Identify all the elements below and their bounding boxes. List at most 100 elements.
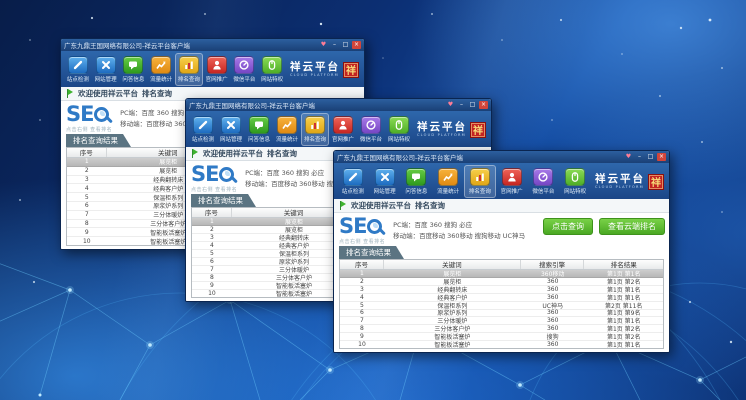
skin-icon[interactable]: ♥	[446, 101, 455, 109]
main-toolbar: 站点检测网站管理问答信息流量统计排名查询官网推广微信平台网站特权 祥云平台 CL…	[61, 51, 364, 87]
toolbar-item-label: 流量统计	[276, 135, 298, 143]
toolbar-item-site-promote[interactable]: 官网推广	[329, 113, 357, 146]
brand-name: 祥云平台	[595, 174, 645, 185]
welcome-text: 欢迎使用祥云平台	[203, 148, 263, 159]
cell-no: 2	[192, 226, 232, 233]
window-controls: ♥ – □ ×	[624, 153, 666, 161]
toolbar-item-site-promote[interactable]: 官网推广	[203, 53, 231, 86]
seo-tagline: 点击右侧 查看排名	[191, 186, 237, 193]
seo-tagline: 点击右侧 查看排名	[66, 126, 112, 133]
cell-no: 10	[67, 238, 107, 245]
skin-icon[interactable]: ♥	[624, 153, 633, 161]
window-titlebar[interactable]: 广东九鼎王国网络有限公司-祥云平台客户端 ♥ – □ ×	[334, 151, 669, 163]
magnifier-icon	[94, 107, 109, 122]
pc-engines-line: PC端：百度 360 搜狗 必应	[393, 220, 525, 231]
column-header: 序号	[340, 260, 384, 269]
cell-no: 8	[340, 325, 384, 332]
brand-badge-icon: 祥	[343, 62, 359, 78]
desktop-background: 广东九鼎王国网络有限公司-祥云平台客户端 ♥ – □ × 站点检测网站管理问答信…	[0, 0, 746, 400]
minimize-button[interactable]: –	[635, 153, 644, 161]
flag-icon	[67, 89, 74, 98]
toolbar-item-site-manage[interactable]: 网站管理	[217, 113, 245, 146]
window-titlebar[interactable]: 广东九鼎王国网络有限公司-祥云平台客户端 ♥ – □ ×	[186, 99, 491, 111]
cell-no: 6	[67, 202, 107, 209]
toolbar-item-wechat[interactable]: 微信平台	[528, 165, 560, 198]
toolbar-item-site-check[interactable]: 站点检测	[337, 165, 369, 198]
toolbar-item-traffic-stats[interactable]: 流量统计	[432, 165, 464, 198]
toolbar-item-qa-info[interactable]: 问答信息	[401, 165, 433, 198]
toolbar-item-traffic-stats[interactable]: 流量统计	[147, 53, 175, 86]
tools-icon	[375, 168, 395, 186]
results-tab[interactable]: 排名查询结果	[339, 246, 404, 259]
maximize-button[interactable]: □	[341, 41, 350, 49]
content-area: SE 点击右侧 查看排名 PC端：百度 360 搜狗 必应 移动端：百度移动 3…	[334, 213, 669, 352]
window-titlebar[interactable]: 广东九鼎王国网络有限公司-祥云平台客户端 ♥ – □ ×	[61, 39, 364, 51]
seo-logo-text: SE	[339, 216, 366, 236]
toolbar-item-rank-query[interactable]: 排名查询	[464, 165, 496, 198]
toolbar-item-site-manage[interactable]: 网站管理	[92, 53, 120, 86]
window-controls: ♥ – □ ×	[319, 41, 361, 49]
bar-chart-icon	[305, 116, 325, 134]
bar-chart-icon	[179, 56, 199, 74]
view-cloud-ranking-button[interactable]: 查看云端排名	[599, 218, 665, 235]
toolbar-item-label: 网站管理	[95, 75, 117, 83]
toolbar-item-site-priv[interactable]: 网站特权	[559, 165, 591, 198]
gauge-icon	[533, 168, 553, 186]
maximize-button[interactable]: □	[468, 101, 477, 109]
toolbar-item-label: 微信平台	[233, 75, 255, 83]
toolbar-item-traffic-stats[interactable]: 流量统计	[273, 113, 301, 146]
toolbar-item-label: 排名查询	[304, 135, 326, 143]
window-controls: ♥ – □ ×	[446, 101, 488, 109]
minimize-button[interactable]: –	[457, 101, 466, 109]
toolbar-item-site-manage[interactable]: 网站管理	[369, 165, 401, 198]
toolbar-item-wechat[interactable]: 微信平台	[357, 113, 385, 146]
toolbar-item-rank-query[interactable]: 排名查询	[301, 113, 329, 146]
results-tab[interactable]: 排名查询结果	[191, 194, 256, 207]
cell-no: 8	[192, 274, 232, 281]
pencil-icon	[193, 116, 213, 134]
toolbar-item-qa-info[interactable]: 问答信息	[120, 53, 148, 86]
toolbar-item-site-promote[interactable]: 官网推广	[496, 165, 528, 198]
line-chart-icon	[438, 168, 458, 186]
toolbar-item-site-priv[interactable]: 网站特权	[385, 113, 413, 146]
results-tab[interactable]: 排名查询结果	[66, 134, 131, 147]
toolbar-item-label: 流量统计	[150, 75, 172, 83]
chat-icon	[249, 116, 269, 134]
results-table: 序号关键词搜索引擎排名结果 1展览柜360移动第1页 第1名2展览柜360第1页…	[339, 259, 664, 349]
minimize-button[interactable]: –	[330, 41, 339, 49]
toolbar-item-wechat[interactable]: 微信平台	[231, 53, 259, 86]
cell-engine: 360	[521, 341, 585, 348]
close-button[interactable]: ×	[657, 153, 666, 161]
action-buttons: 点击查询 查看云端排名	[543, 216, 665, 235]
close-button[interactable]: ×	[352, 41, 361, 49]
toolbar-item-label: 官网推广	[332, 135, 354, 143]
cell-no: 4	[192, 242, 232, 249]
main-toolbar: 站点检测网站管理问答信息流量统计排名查询官网推广微信平台网站特权 祥云平台 CL…	[334, 163, 669, 199]
close-button[interactable]: ×	[479, 101, 488, 109]
skin-icon[interactable]: ♥	[319, 41, 328, 49]
cell-no: 3	[340, 286, 384, 293]
maximize-button[interactable]: □	[646, 153, 655, 161]
cell-no: 3	[67, 176, 107, 183]
toolbar-item-qa-info[interactable]: 问答信息	[245, 113, 273, 146]
query-button[interactable]: 点击查询	[543, 218, 593, 235]
toolbar-item-rank-query[interactable]: 排名查询	[175, 53, 203, 86]
toolbar-item-site-check[interactable]: 站点检测	[64, 53, 92, 86]
table-row[interactable]: 10智能板活塞炉360第1页 第1名	[340, 341, 663, 348]
toolbar-item-label: 官网推广	[501, 187, 523, 195]
toolbar-item-label: 网站特权	[564, 187, 586, 195]
brand-logo: 祥云平台 CLOUD PLATFORM 祥	[286, 53, 361, 86]
flag-icon	[192, 149, 199, 158]
magnifier-icon	[219, 167, 234, 182]
toolbar-item-site-check[interactable]: 站点检测	[189, 113, 217, 146]
seo-tagline: 点击右侧 查看排名	[339, 238, 385, 245]
cell-rank: 第1页 第1名	[584, 340, 662, 349]
seo-logo: SE 点击右侧 查看排名	[66, 104, 112, 133]
toolbar-item-site-priv[interactable]: 网站特权	[258, 53, 286, 86]
magnifier-icon	[367, 219, 382, 234]
toolbar-item-label: 问答信息	[248, 135, 270, 143]
brand-logo: 祥云平台 CLOUD PLATFORM 祥	[591, 165, 666, 198]
cell-no: 9	[340, 333, 384, 340]
brand-subtitle: CLOUD PLATFORM	[290, 73, 340, 77]
brand-badge-icon: 祥	[648, 174, 664, 190]
